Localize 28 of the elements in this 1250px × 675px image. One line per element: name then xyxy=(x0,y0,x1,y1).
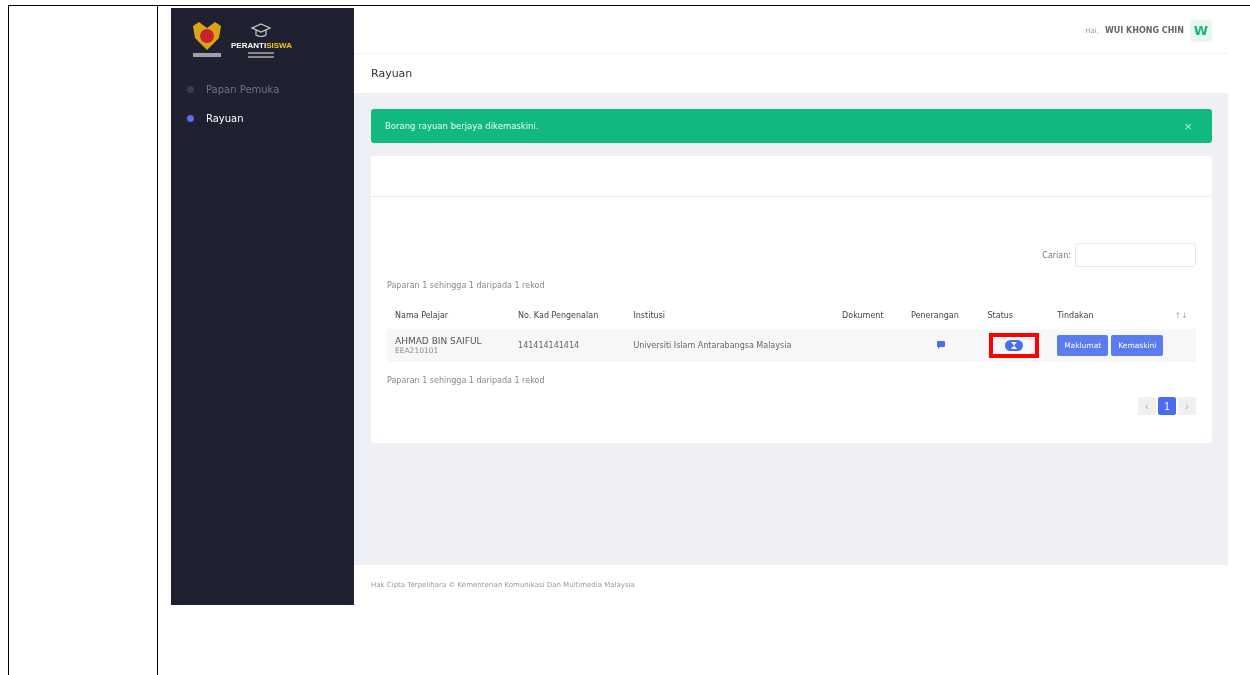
search-label: Carian: xyxy=(1042,250,1071,260)
circle-icon xyxy=(187,115,194,122)
sidebar-item[interactable]: Rayuan xyxy=(171,109,354,128)
user-avatar[interactable]: W xyxy=(1190,19,1212,42)
student-name: AHMAD BIN SAIFUL xyxy=(395,336,483,346)
column-header[interactable]: Institusi xyxy=(625,302,835,329)
table-cell: Universiti Islam Antarabangsa Malaysia xyxy=(625,329,835,362)
sidebar-item[interactable]: Papan Pemuka xyxy=(171,80,354,99)
column-header[interactable]: Tindakan xyxy=(1049,302,1144,329)
comment-icon[interactable] xyxy=(937,340,946,349)
table-cell: 141414141414 xyxy=(510,329,626,362)
record-summary: Paparan 1 sehingga 1 daripada 1 rekod xyxy=(387,281,546,290)
logo-subtitle-drawing xyxy=(248,51,275,58)
column-header[interactable]: Penerangan xyxy=(903,302,980,329)
column-header[interactable]: Status xyxy=(979,302,1050,329)
column-header[interactable]: No. Kad Pengenalan xyxy=(510,302,626,329)
sort-icon[interactable]: ↑↓ xyxy=(1143,302,1196,329)
page-button[interactable]: 1 xyxy=(1158,397,1176,415)
logo-text: PERANTISISWA xyxy=(231,40,292,50)
circle-icon xyxy=(187,86,194,93)
page-title: Rayuan xyxy=(354,54,1228,93)
column-header[interactable]: Nama Pelajar xyxy=(387,302,511,329)
user-name: WUI KHONG CHIN xyxy=(1104,26,1184,35)
column-header[interactable]: Dokument xyxy=(834,302,903,329)
hourglass-icon[interactable] xyxy=(1005,340,1024,351)
graduation-cap-icon xyxy=(251,22,272,39)
record-summary: Paparan 1 sehingga 1 daripada 1 rekod xyxy=(387,376,546,385)
alert-message: Borang rayuan berjaya dikemaskini. xyxy=(385,121,539,131)
